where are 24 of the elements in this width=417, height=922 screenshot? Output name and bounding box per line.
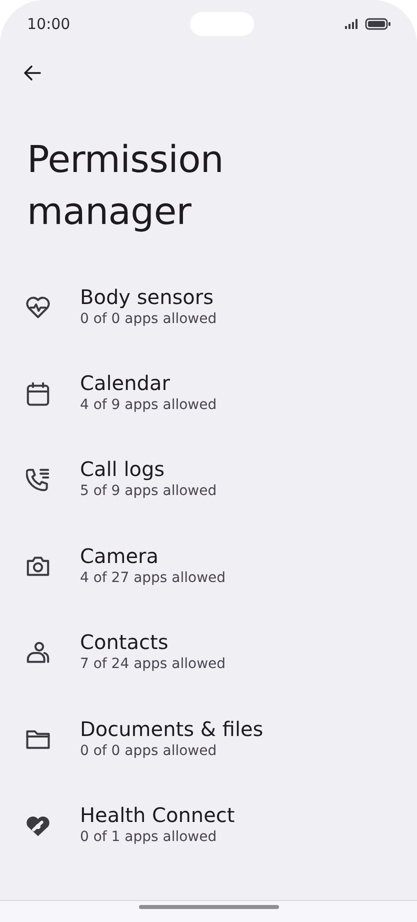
calendar-icon: [26, 382, 50, 406]
camera-icon: [26, 554, 50, 578]
people-icon: [26, 640, 50, 665]
phone-list-icon: [26, 468, 50, 492]
back-arrow-icon[interactable]: [23, 65, 41, 81]
permission-summary: 4 of 27 apps allowed: [80, 568, 226, 588]
permission-name[interactable]: Camera: [80, 542, 226, 569]
permission-name[interactable]: Body sensors: [80, 284, 217, 310]
permission-summary: 0 of 0 apps allowed: [80, 310, 217, 329]
permission-summary: 0 of 0 apps allowed: [80, 742, 218, 761]
permission-summary: 4 of 9 apps allowed: [80, 396, 217, 416]
permission-summary: 0 of 1 apps allowed: [80, 828, 218, 848]
permission-summary: 7 of 24 apps allowed: [80, 655, 226, 674]
clock-time: 10:00: [27, 15, 70, 33]
permission-name[interactable]: Contacts: [80, 629, 226, 656]
permission-summary: 5 of 9 apps allowed: [80, 482, 217, 502]
heart-link-icon: [26, 814, 50, 838]
battery-icon: [364, 18, 391, 30]
heart-pulse-icon: [26, 295, 50, 320]
permission-name[interactable]: Health Connect: [80, 802, 235, 828]
permission-name[interactable]: Documents & files: [80, 716, 264, 742]
page-title: Permission manager: [27, 137, 225, 235]
permission-name[interactable]: Calendar: [80, 370, 217, 396]
permission-name[interactable]: Call logs: [80, 456, 217, 482]
